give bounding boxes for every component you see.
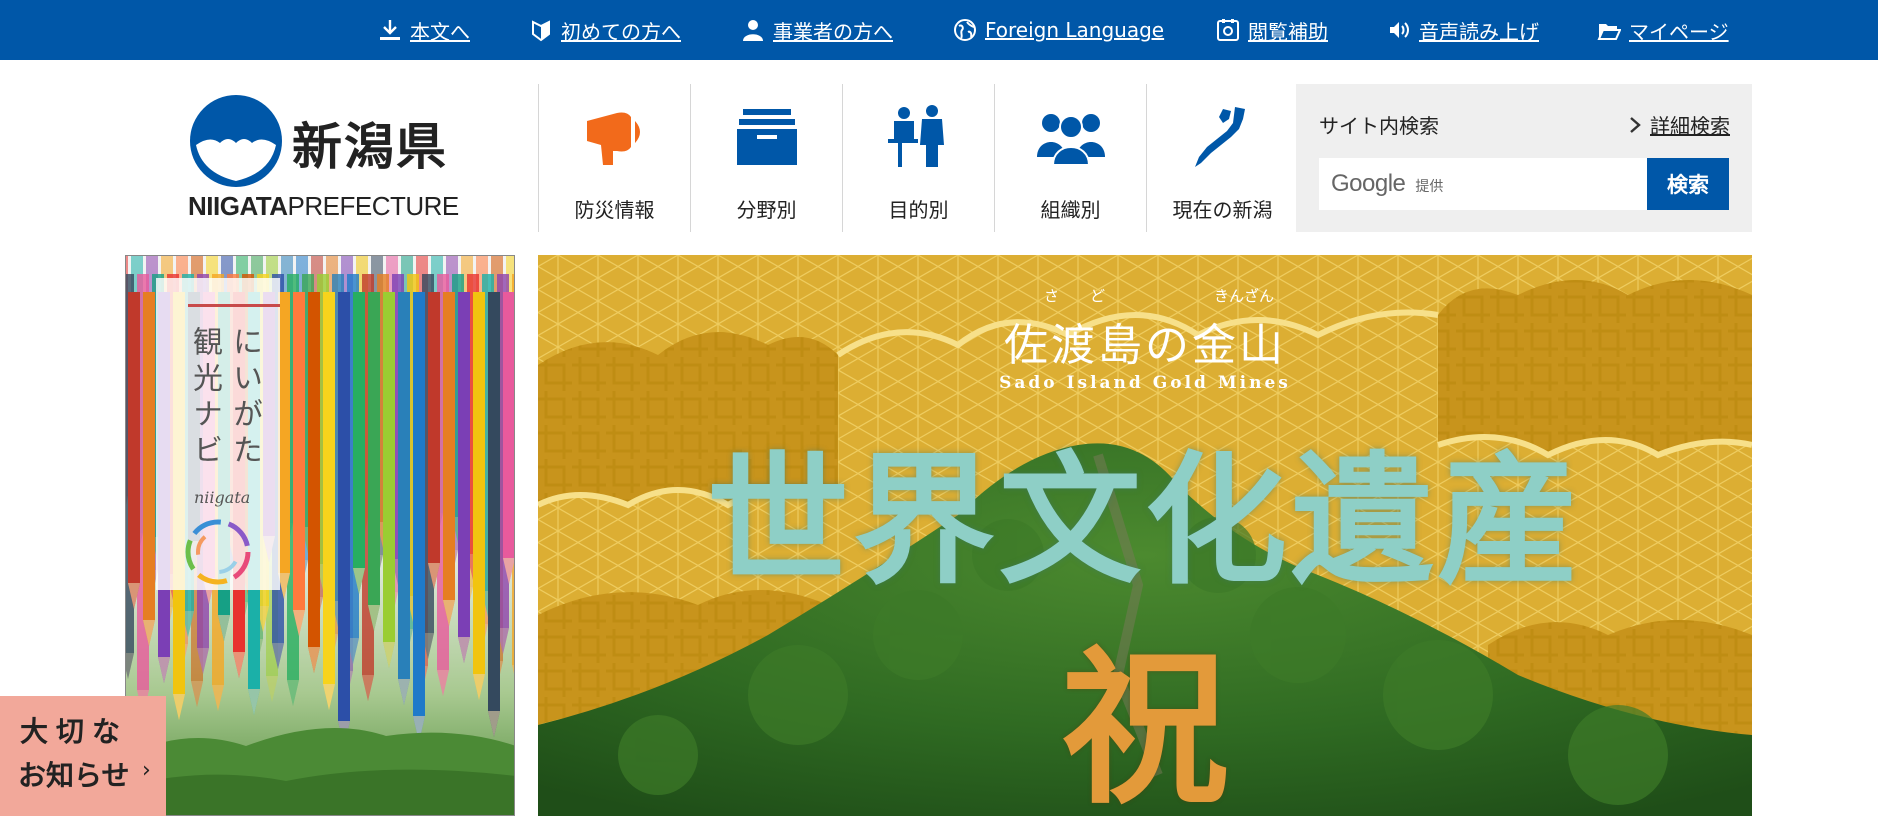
reading-assist-link[interactable]: 閲覧補助 — [1216, 0, 1328, 60]
globe-icon — [954, 19, 976, 41]
pencil-shape — [368, 292, 380, 631]
utility-bar: 本文へ 初めての方へ 事業者の方へ Foreign Language 閲覧補助 … — [0, 0, 1878, 60]
provided-label: 提供 — [1415, 179, 1444, 195]
pencil-shape — [503, 292, 514, 584]
pencil-shape — [383, 292, 395, 668]
pencil-shape — [488, 292, 500, 737]
google-label: Google — [1331, 170, 1406, 197]
pencil-shape — [308, 292, 320, 673]
group-icon — [1036, 114, 1105, 165]
nav-by-purpose[interactable]: 目的別 — [842, 84, 994, 232]
tourism-label-panel: にいがた 観光ナビ niigata — [156, 278, 280, 590]
important-notice-tab[interactable]: 大切な お知らせ › — [0, 696, 166, 816]
prefecture-emblem — [190, 95, 282, 187]
tourism-title-niigata: にいがた — [227, 326, 262, 470]
swirl-logo-icon — [185, 519, 251, 585]
hero-subtitle: 佐渡島の金山 — [1004, 320, 1286, 371]
beginner-mark-icon — [532, 20, 550, 42]
notice-line1: 大切な — [20, 715, 129, 748]
logo-name-japanese: 新潟県 — [292, 118, 448, 176]
hero-celebrate: 祝 — [1061, 629, 1229, 816]
nav-niigata-now[interactable]: 現在の新潟 — [1146, 84, 1299, 232]
pencil-shape — [398, 292, 410, 705]
nav-disaster-info[interactable]: 防災情報 — [538, 84, 690, 232]
pencil-shape — [473, 292, 485, 700]
niigata-map-icon — [1194, 107, 1245, 167]
tourism-subtitle: niigata — [194, 488, 251, 507]
search-title: サイト内検索 — [1319, 114, 1439, 138]
hero-banner[interactable]: さ ど きんざん 佐渡島の金山 Sado Island Gold Mines 世… — [538, 255, 1752, 816]
chevron-right-icon — [1630, 116, 1641, 133]
business-link[interactable]: 事業者の方へ — [741, 0, 893, 60]
niigata-logo[interactable]: 新潟県 NIIGATAPREFECTURE — [188, 93, 459, 223]
download-arrow-icon — [380, 20, 400, 40]
hero-ruby-do: ど — [1090, 287, 1106, 305]
megaphone-icon — [586, 112, 640, 165]
folder-icon — [1597, 24, 1621, 40]
pencil-shape — [338, 292, 350, 747]
tourism-red-rule — [188, 304, 280, 307]
pencil-shape — [323, 292, 335, 710]
nav-by-organization[interactable]: 組織別 — [994, 84, 1146, 232]
person-icon — [743, 20, 763, 41]
accessibility-icon — [1217, 19, 1239, 41]
hero-main-title: 世界文化遺産 — [707, 438, 1583, 604]
hero-ruby-kinzan: きんざん — [1214, 287, 1275, 305]
pencil-shape — [458, 292, 470, 663]
voice-reading-link[interactable]: 音声読み上げ — [1387, 0, 1539, 60]
filing-box-icon — [736, 109, 797, 165]
hero-ruby-sa: さ — [1044, 287, 1060, 305]
pencil-shape — [293, 292, 305, 636]
foreign-language-link[interactable]: Foreign Language — [953, 0, 1164, 60]
pencil-shape — [353, 292, 365, 594]
speaker-icon — [1390, 22, 1409, 38]
pencil-shape — [428, 292, 440, 589]
my-page-link[interactable]: マイページ — [1597, 0, 1729, 60]
first-visitor-link[interactable]: 初めての方へ — [529, 0, 681, 60]
hero-english-title: Sado Island Gold Mines — [999, 373, 1291, 393]
notice-line2: お知らせ — [18, 759, 130, 792]
tourism-navi-banner[interactable]: にいがた 観光ナビ niigata — [125, 255, 515, 816]
pencil-shape — [443, 292, 455, 626]
logo-name-english: NIIGATAPREFECTURE — [188, 191, 459, 221]
pencil-shape — [128, 292, 140, 609]
pencil-shape — [143, 292, 155, 646]
tourism-title-navi: 観光ナビ — [187, 326, 222, 470]
consultation-icon — [887, 105, 944, 167]
advanced-search-link[interactable]: 詳細検索 — [1628, 110, 1730, 139]
search-input[interactable]: Google 提供 — [1319, 158, 1647, 210]
nav-by-field[interactable]: 分野別 — [690, 84, 842, 232]
skip-to-content-link[interactable]: 本文へ — [378, 0, 470, 60]
chevron-right-icon: › — [142, 758, 151, 783]
main-navigation: 防災情報 分野別 目的別 組織別 現在の新潟 — [538, 84, 1299, 232]
search-button[interactable]: 検索 — [1647, 158, 1729, 210]
pencil-shape — [413, 292, 425, 742]
